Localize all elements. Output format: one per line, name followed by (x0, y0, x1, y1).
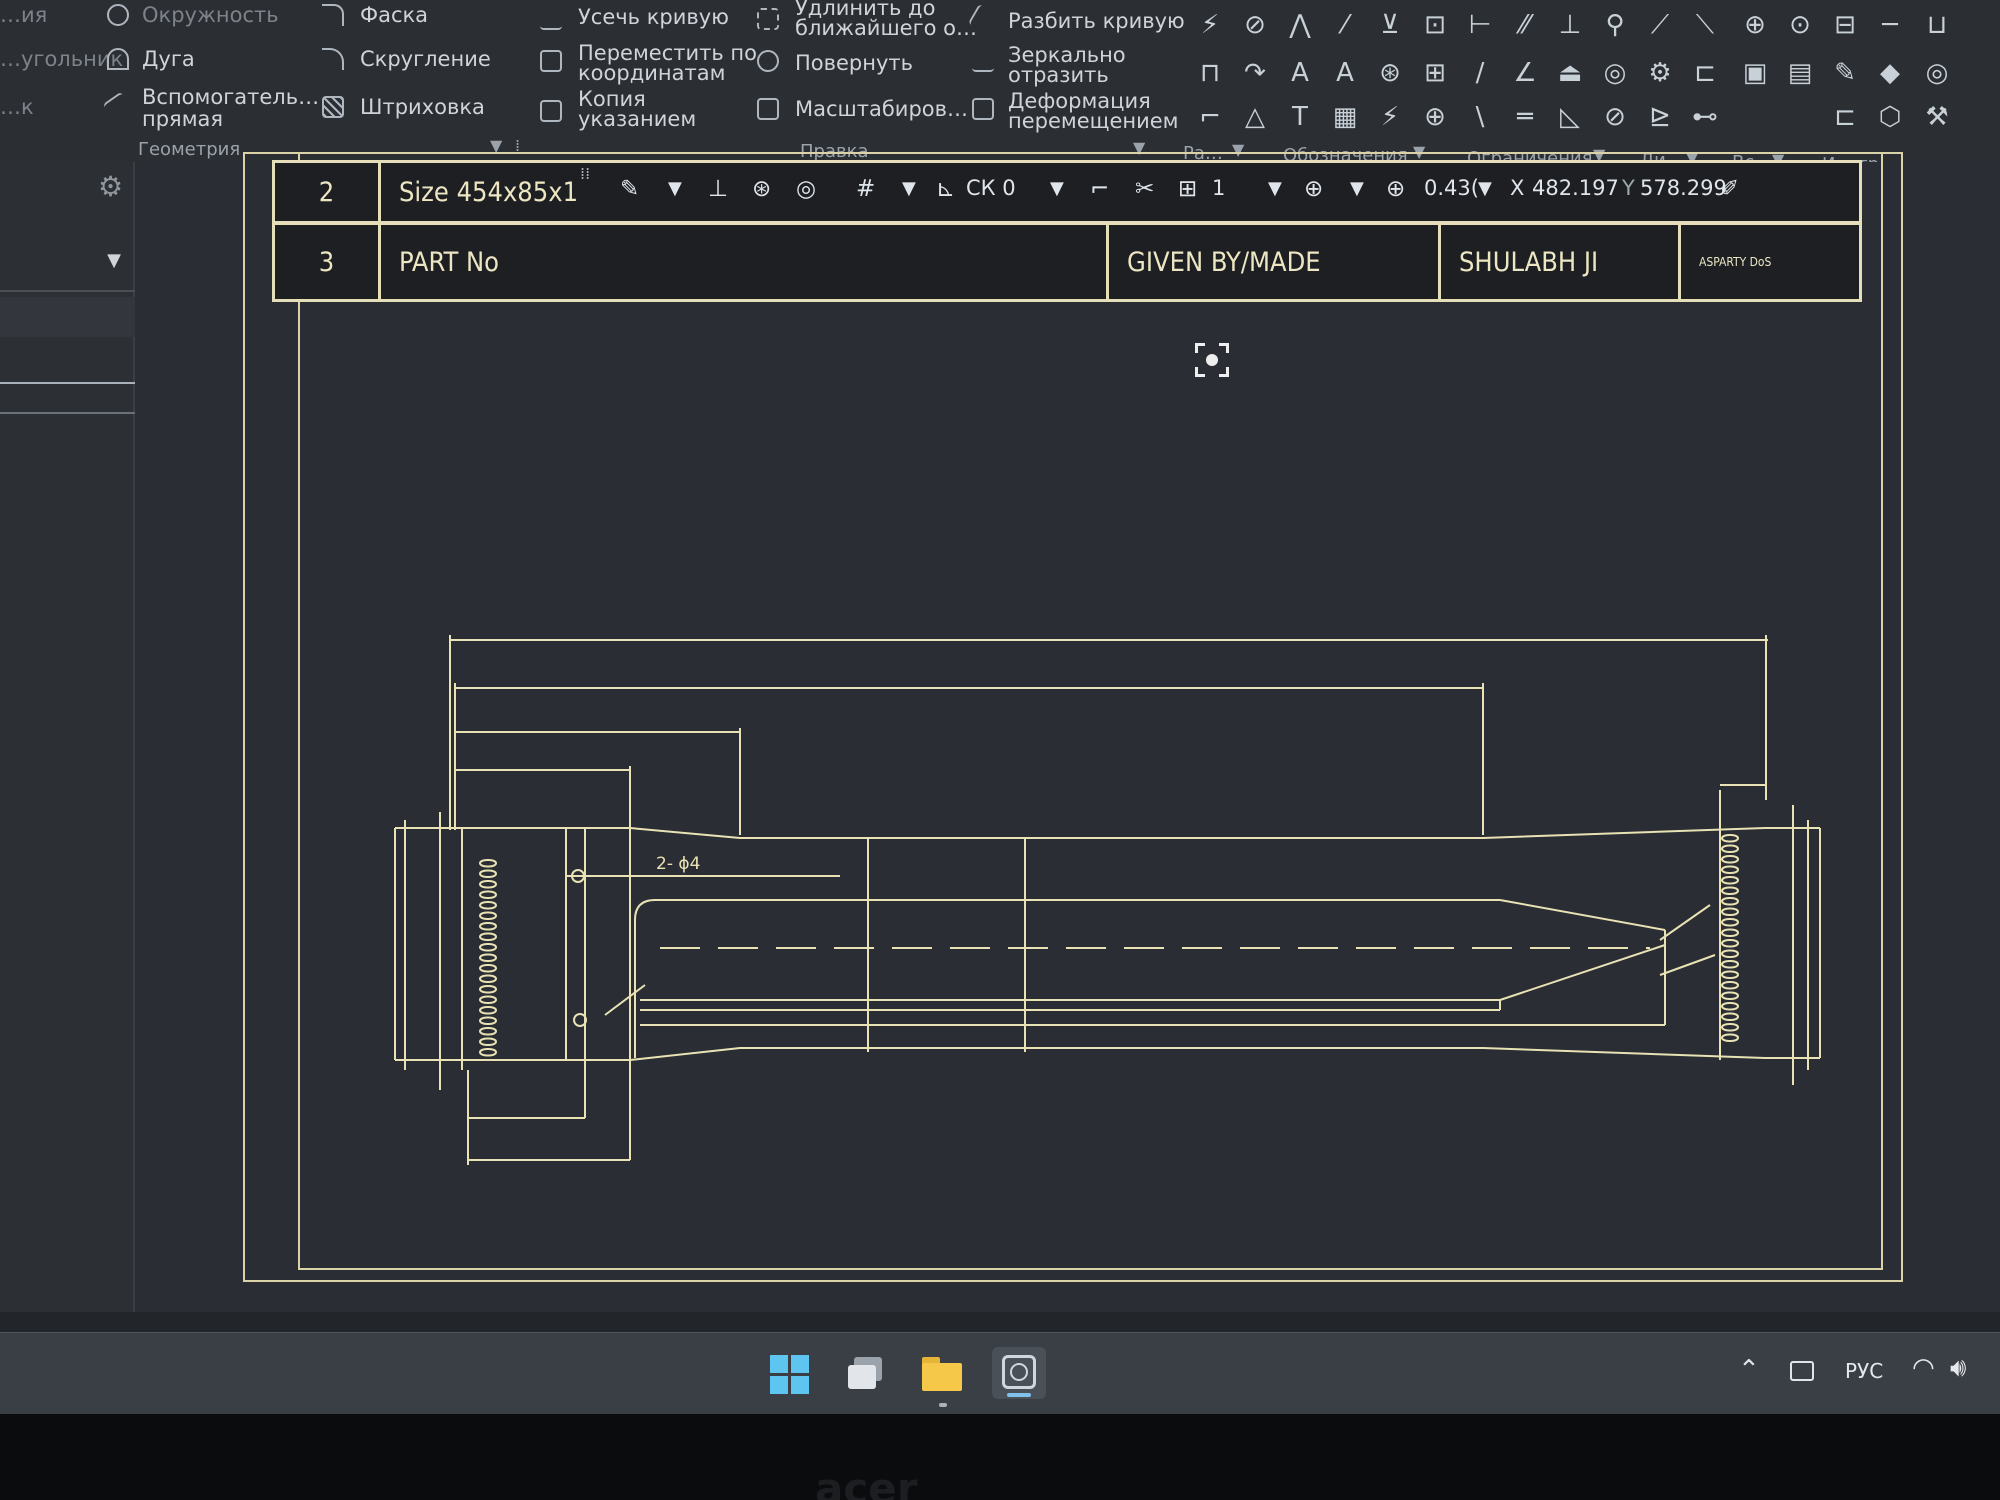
monitor-bezel: acer (0, 1414, 2000, 1500)
coil-loop (1721, 1023, 1739, 1032)
coil-loop (479, 932, 497, 941)
coil-loop (1721, 834, 1739, 843)
coil-loop (1721, 865, 1739, 874)
kompas-app-button[interactable] (992, 1347, 1046, 1399)
coil-loop (1721, 981, 1739, 990)
coil-loop (1721, 876, 1739, 885)
coil-loop (479, 922, 497, 931)
coil-loop (1721, 897, 1739, 906)
windows-start-icon[interactable] (770, 1355, 810, 1395)
coil-loop (1721, 960, 1739, 969)
coil-loop (479, 890, 497, 899)
coil-loop (1721, 855, 1739, 864)
coil-loop (1721, 991, 1739, 1000)
chevron-up-icon[interactable]: ⌃ (1738, 1355, 1760, 1385)
coil-loop (1721, 918, 1739, 927)
coil-loop (479, 943, 497, 952)
coil-loop (479, 995, 497, 1004)
coil-loop (1721, 1002, 1739, 1011)
coil-right (1721, 834, 1739, 1042)
running-indicator (939, 1403, 947, 1407)
coil-loop (479, 1048, 497, 1057)
coil-loop (479, 869, 497, 878)
task-view-icon[interactable] (848, 1357, 884, 1391)
coil-loop (479, 964, 497, 973)
coil-loop (1721, 1033, 1739, 1042)
coil-loop (479, 901, 497, 910)
hole-label: 2- ϕ4 (656, 854, 700, 874)
coil-loop (479, 859, 497, 868)
screen: …ия …угольник …к Окружность Дуга Вспомог… (0, 0, 2000, 1500)
coil-loop (1721, 949, 1739, 958)
coil-loop (1721, 886, 1739, 895)
coil-loop (479, 953, 497, 962)
coil-loop (479, 1006, 497, 1015)
wifi-icon[interactable]: ◠ (1912, 1353, 1935, 1383)
coil-loop (1721, 928, 1739, 937)
coil-loop (1721, 844, 1739, 853)
coil-left (479, 859, 497, 1057)
part-drawing: 2- ϕ4 (394, 635, 1821, 1165)
coil-loop (1721, 970, 1739, 979)
kompas-icon (1002, 1355, 1036, 1389)
coil-loop (479, 974, 497, 983)
tablet-mode-icon[interactable] (1790, 1361, 1814, 1381)
coil-loop (479, 985, 497, 994)
coil-loop (479, 1027, 497, 1036)
taskbar: ⌃ РУС ◠ 🔊︎ (0, 1332, 2000, 1414)
coil-loop (479, 1016, 497, 1025)
coil-loop (1721, 907, 1739, 916)
coil-loop (1721, 939, 1739, 948)
coil-loop (479, 911, 497, 920)
brand-logo: acer (815, 1464, 918, 1500)
coil-loop (479, 880, 497, 889)
language-indicator[interactable]: РУС (1845, 1359, 1883, 1383)
coil-loop (1721, 1012, 1739, 1021)
part-outline-top (395, 827, 1820, 839)
coil-loop (479, 1037, 497, 1046)
volume-icon[interactable]: 🔊︎ (1950, 1353, 1966, 1384)
part-outline-bottom (395, 1047, 1820, 1061)
file-explorer-icon[interactable] (922, 1357, 962, 1391)
